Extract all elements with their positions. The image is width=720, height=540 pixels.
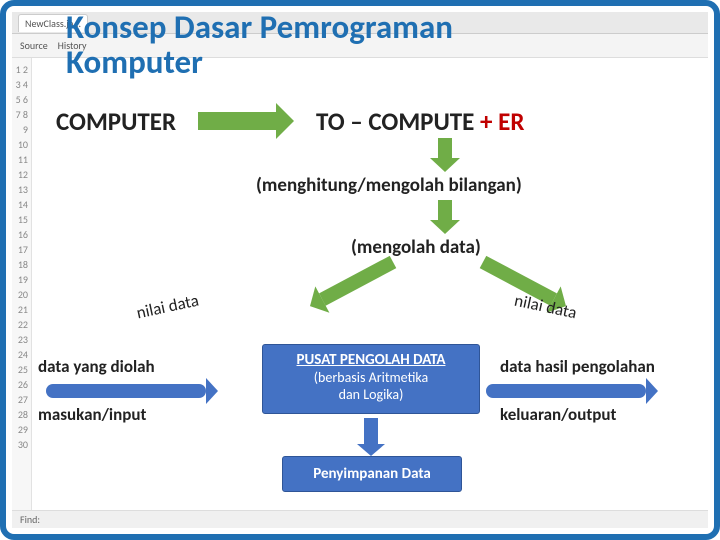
arrow-output-icon [486, 384, 646, 398]
label-keluaran-output: keluaran/output [500, 404, 700, 425]
slide-title: Konsep Dasar Pemrograman Komputer [66, 10, 453, 79]
title-line-2: Komputer [66, 42, 203, 82]
box-pusat-sub1: (berbasis Aritmetika [269, 369, 473, 386]
arrow-diagonal-left-icon [319, 256, 396, 306]
arrow-down-icon [438, 138, 452, 158]
arrow-down-icon [438, 200, 452, 220]
subtitle-menghitung: (menghitung/mengolah bilangan) [256, 174, 522, 197]
slide-frame: NewClass.ja... Source History 1 2 3 4 5 … [0, 0, 720, 540]
arrow-input-icon [46, 384, 206, 398]
slide-content: Konsep Dasar Pemrograman Komputer COMPUT… [6, 6, 714, 534]
box-pusat-pengolah: PUSAT PENGOLAH DATA (berbasis Aritmetika… [262, 344, 480, 414]
er-text: + ER [480, 106, 524, 137]
subtitle-mengolah-data: (mengolah data) [351, 236, 481, 259]
box-pusat-sub2: dan Logika) [269, 386, 473, 403]
to-compute-text: TO – COMPUTE [316, 106, 480, 137]
box-pusat-heading: PUSAT PENGOLAH DATA [269, 351, 473, 369]
to-compute-label: TO – COMPUTE + ER [316, 106, 524, 137]
arrow-right-icon [198, 112, 276, 130]
box-penyimpanan-data: Penyimpanan Data [282, 456, 462, 492]
computer-label: COMPUTER [56, 106, 176, 137]
label-masukan-input: masukan/input [38, 404, 218, 425]
arrow-down-storage-icon [364, 418, 378, 444]
label-data-diolah: data yang diolah [38, 356, 218, 377]
nilai-data-left-label: nilai data [135, 290, 201, 324]
label-data-hasil: data hasil pengolahan [500, 356, 700, 377]
